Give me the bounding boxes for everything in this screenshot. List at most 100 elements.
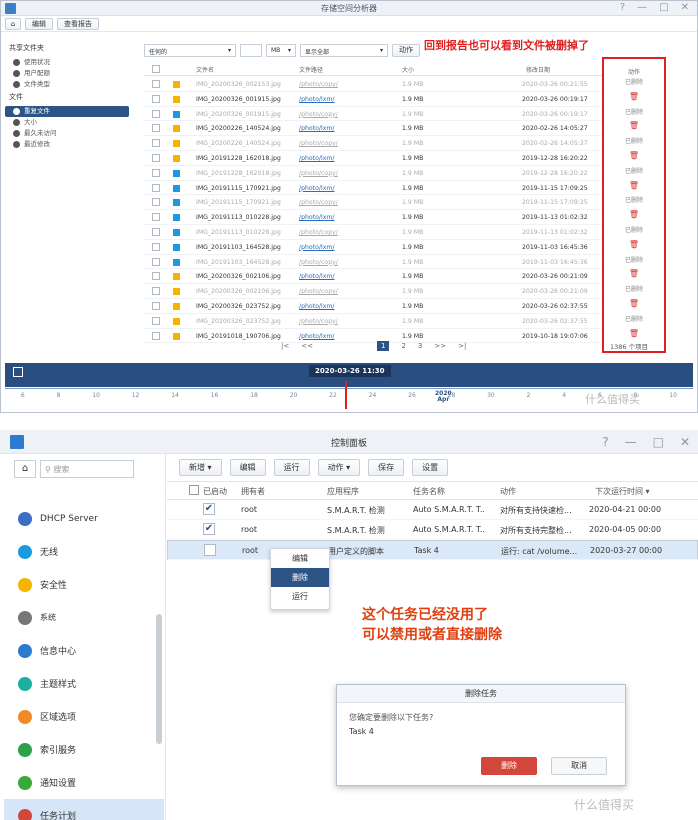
- cancel-button[interactable]: 取消: [551, 757, 607, 775]
- table-row[interactable]: IMG_20200326_001915.jpg/photo/copy/1.9 M…: [144, 107, 602, 122]
- col-modified[interactable]: 修改日期: [526, 65, 550, 74]
- table-row[interactable]: IMG_20191113_010228.jpg/photo/lxm/1.9 MB…: [144, 210, 602, 225]
- col-next-run[interactable]: 下次运行时间 ▾: [595, 486, 650, 497]
- sidebar-item-quota[interactable]: 用户配额: [5, 68, 129, 79]
- unit-select[interactable]: MB ▾: [266, 44, 296, 57]
- settings-button[interactable]: 设置: [412, 459, 449, 476]
- row-checkbox[interactable]: [152, 227, 160, 236]
- sidebar-item-recently-modified[interactable]: 最近修改: [5, 139, 129, 150]
- trash-icon[interactable]: 🗑: [604, 151, 664, 160]
- table-row[interactable]: IMG_20200226_140524.jpg/photo/copy/1.9 M…: [144, 136, 602, 151]
- row-checkbox[interactable]: [152, 153, 160, 162]
- close-icon[interactable]: ✕: [681, 2, 689, 13]
- sidebar-item-duplicates[interactable]: 重复文件: [5, 106, 129, 117]
- minimize-icon[interactable]: —: [625, 435, 637, 449]
- row-checkbox[interactable]: [152, 94, 160, 103]
- row-checkbox[interactable]: [152, 109, 160, 118]
- table-row[interactable]: IMG_20200326_002153.jpg/photo/copy/1.9 M…: [144, 77, 602, 92]
- row-checkbox[interactable]: [152, 301, 160, 310]
- run-button[interactable]: 运行: [273, 459, 310, 476]
- sidebar-item-dhcp-server[interactable]: DHCP Server: [18, 502, 164, 535]
- page-1[interactable]: 1: [376, 341, 390, 351]
- table-row[interactable]: IMG_20191228_162018.jpg/photo/lxm/1.9 MB…: [144, 151, 602, 166]
- file-path-link[interactable]: /photo/copy/: [299, 229, 338, 236]
- table-row[interactable]: IMG_20191115_170921.jpg/photo/lxm/1.9 MB…: [144, 181, 602, 196]
- help-icon[interactable]: ?: [602, 435, 608, 449]
- trash-icon[interactable]: 🗑: [604, 240, 664, 249]
- size-input[interactable]: [240, 44, 262, 57]
- table-row[interactable]: IMG_20200326_002106.jpg/photo/lxm/1.9 MB…: [144, 269, 602, 285]
- page-2[interactable]: 2: [401, 342, 405, 350]
- trash-icon[interactable]: 🗑: [604, 92, 664, 101]
- row-checkbox[interactable]: [152, 287, 160, 296]
- table-row[interactable]: IMG_20191103_164528.jpg/photo/copy/1.9 M…: [144, 255, 602, 270]
- create-button[interactable]: 新增 ▾: [179, 459, 222, 476]
- table-row[interactable]: IMG_20200326_002106.jpg/photo/copy/1.9 M…: [144, 284, 602, 299]
- trash-icon[interactable]: 🗑: [604, 181, 664, 190]
- row-checkbox[interactable]: [152, 257, 160, 266]
- row-checkbox[interactable]: [152, 139, 160, 148]
- file-path-link[interactable]: /photo/lxm/: [299, 273, 335, 280]
- col-path[interactable]: 文件路径: [299, 65, 323, 74]
- confirm-delete-button[interactable]: 删除: [481, 757, 537, 775]
- sidebar-item-security[interactable]: 安全性: [18, 568, 164, 601]
- close-icon[interactable]: ✕: [680, 435, 690, 449]
- table-row[interactable]: IMG_20200326_023752.jpg/photo/copy/1.9 M…: [144, 314, 602, 329]
- menu-item-run[interactable]: 运行: [271, 587, 329, 606]
- col-action[interactable]: 动作: [500, 486, 516, 497]
- page-3[interactable]: 3: [418, 342, 422, 350]
- home-button[interactable]: ⌂: [14, 460, 36, 478]
- help-icon[interactable]: ?: [620, 2, 625, 13]
- search-input[interactable]: ⚲ 搜索: [40, 460, 134, 478]
- trash-icon[interactable]: 🗑: [604, 329, 664, 338]
- row-checkbox[interactable]: [152, 316, 160, 325]
- file-path-link[interactable]: /photo/lxm/: [299, 125, 335, 132]
- maximize-icon[interactable]: □: [659, 2, 668, 13]
- file-path-link[interactable]: /photo/copy/: [299, 288, 338, 295]
- minimize-icon[interactable]: —: [637, 2, 647, 13]
- sidebar-item-regional-options[interactable]: 区域选项: [18, 700, 164, 733]
- row-checkbox[interactable]: [152, 124, 160, 133]
- row-checkbox[interactable]: [152, 213, 160, 222]
- table-row[interactable]: IMG_20200326_001915.jpg/photo/lxm/1.9 MB…: [144, 92, 602, 107]
- file-path-link[interactable]: /photo/lxm/: [299, 303, 335, 310]
- file-path-link[interactable]: /photo/lxm/: [299, 244, 335, 251]
- edit-button[interactable]: 编辑: [25, 17, 53, 30]
- file-path-link[interactable]: /photo/lxm/: [299, 96, 335, 103]
- sidebar-item-wireless[interactable]: 无线: [18, 535, 164, 568]
- sidebar-item-indexing-service[interactable]: 索引服务: [18, 733, 164, 766]
- table-row[interactable]: IMG_20191103_164528.jpg/photo/lxm/1.9 MB…: [144, 240, 602, 255]
- sidebar-item-info-center[interactable]: 信息中心: [18, 634, 164, 667]
- col-owner[interactable]: 拥有者: [241, 486, 265, 497]
- action-button[interactable]: 动作: [392, 44, 420, 57]
- first-page-button[interactable]: |<: [281, 342, 289, 350]
- select-all-checkbox[interactable]: [189, 485, 199, 495]
- sidebar-item-theme[interactable]: 主题样式: [18, 667, 164, 700]
- task-row[interactable]: ✔ root S.M.A.R.T. 检测 Auto S.M.A.R.T. T.. 对所有…: [167, 520, 698, 540]
- file-path-link[interactable]: /photo/lxm/: [299, 185, 335, 192]
- sidebar-scrollbar[interactable]: [156, 614, 162, 744]
- table-row[interactable]: IMG_20200226_140524.jpg/photo/lxm/1.9 MB…: [144, 121, 602, 137]
- action-button[interactable]: 动作 ▾: [317, 459, 361, 476]
- file-path-link[interactable]: /photo/copy/: [299, 81, 338, 88]
- trash-icon[interactable]: 🗑: [604, 121, 664, 130]
- row-checkbox[interactable]: [152, 168, 160, 177]
- sidebar-item-system[interactable]: 系统: [18, 601, 164, 634]
- sidebar-item-usage[interactable]: 使用状况: [5, 57, 129, 68]
- trash-icon[interactable]: 🗑: [604, 299, 664, 308]
- view-report-button[interactable]: 查看报告: [57, 17, 99, 30]
- col-size[interactable]: 大小: [402, 65, 414, 74]
- sidebar-item-task-scheduler[interactable]: 任务计划: [4, 799, 164, 820]
- sidebar-item-notification[interactable]: 通知设置: [18, 766, 164, 799]
- file-path-link[interactable]: /photo/copy/: [299, 170, 338, 177]
- task-row[interactable]: ✔ root S.M.A.R.T. 检测 Auto S.M.A.R.T. T.. 对所有…: [167, 500, 698, 520]
- file-path-link[interactable]: /photo/copy/: [299, 318, 338, 325]
- trash-icon[interactable]: 🗑: [604, 210, 664, 219]
- timeline-marker[interactable]: [345, 381, 347, 409]
- row-checkbox[interactable]: [152, 242, 160, 251]
- file-path-link[interactable]: /photo/copy/: [299, 259, 338, 266]
- file-path-link[interactable]: /photo/copy/: [299, 111, 338, 118]
- row-checkbox[interactable]: [152, 272, 160, 281]
- menu-item-edit[interactable]: 编辑: [271, 549, 329, 568]
- prev-page-button[interactable]: <<: [301, 342, 313, 350]
